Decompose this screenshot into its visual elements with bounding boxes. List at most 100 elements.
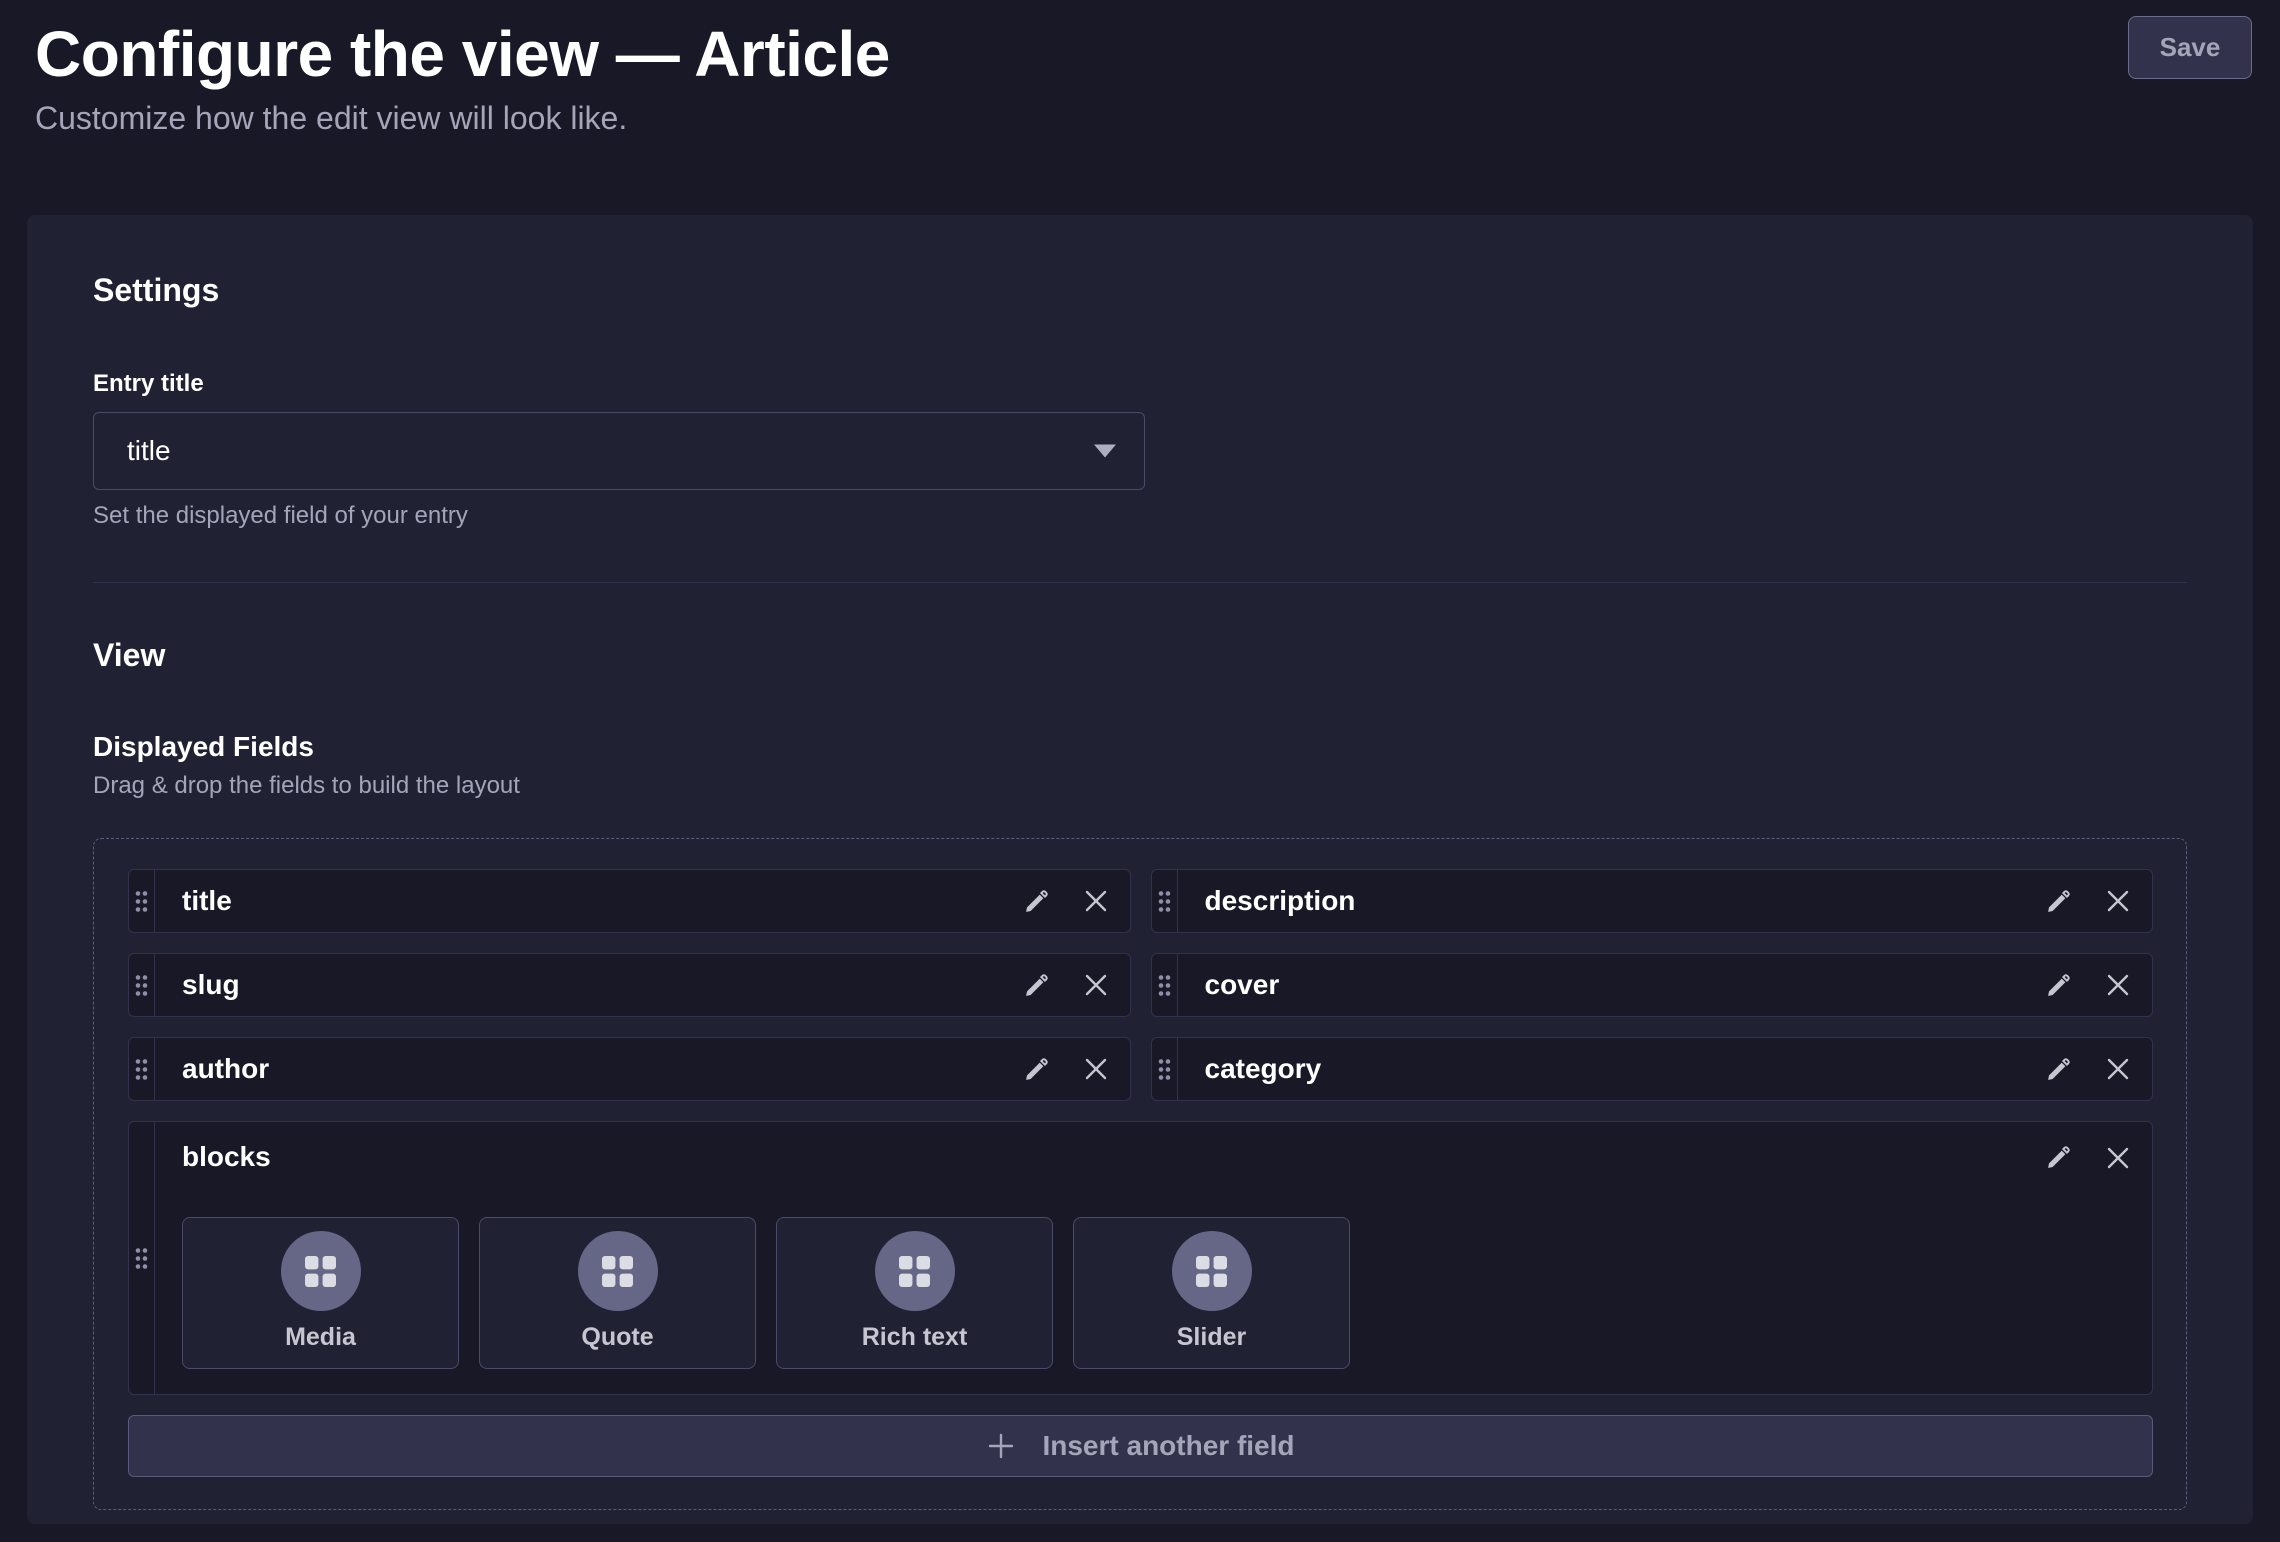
remove-x-icon xyxy=(2106,1146,2130,1170)
remove-x-icon xyxy=(2106,889,2130,913)
field-name: blocks xyxy=(182,1141,271,1173)
field-actions xyxy=(2045,954,2152,1016)
fields-dropzone: title description xyxy=(93,838,2187,1510)
save-button[interactable]: Save xyxy=(2128,16,2252,79)
remove-field-button[interactable] xyxy=(2106,1057,2130,1081)
entry-title-label: Entry title xyxy=(93,370,2187,398)
field-name: author xyxy=(155,1038,1023,1100)
remove-x-icon xyxy=(1084,973,1108,997)
save-button-label: Save xyxy=(2160,32,2221,63)
edit-pencil-icon xyxy=(2045,1056,2072,1083)
field-name: title xyxy=(155,870,1023,932)
component-card-media: Media xyxy=(182,1217,459,1369)
edit-field-button[interactable] xyxy=(1023,888,1050,915)
field-row-description: description xyxy=(1151,869,2154,933)
insert-another-field-button[interactable]: Insert another field xyxy=(128,1415,2153,1477)
field-actions xyxy=(1023,870,1130,932)
component-grid-icon xyxy=(1196,1256,1227,1287)
field-row-category: category xyxy=(1151,1037,2154,1101)
page-title: Configure the view — Article xyxy=(35,18,2252,92)
edit-field-button[interactable] xyxy=(2045,972,2072,999)
field-row-blocks: blocks Media xyxy=(128,1121,2153,1395)
component-label: Media xyxy=(285,1323,356,1352)
remove-x-icon xyxy=(2106,1057,2130,1081)
remove-field-button[interactable] xyxy=(1084,973,1108,997)
drag-handle[interactable] xyxy=(129,954,155,1016)
configure-view-card: Settings Entry title title Set the displ… xyxy=(27,215,2253,1524)
drag-handle-icon xyxy=(135,1247,148,1270)
component-icon-circle xyxy=(1172,1231,1252,1311)
drag-handle-icon xyxy=(135,974,148,997)
edit-pencil-icon xyxy=(2045,972,2072,999)
field-row-slug: slug xyxy=(128,953,1131,1017)
edit-pencil-icon xyxy=(2045,1144,2072,1171)
component-icon-circle xyxy=(578,1231,658,1311)
settings-heading: Settings xyxy=(93,270,2187,310)
field-name: description xyxy=(1178,870,2046,932)
drag-handle[interactable] xyxy=(129,870,155,932)
drag-handle[interactable] xyxy=(1152,1038,1178,1100)
component-label: Quote xyxy=(581,1323,653,1352)
drag-handle[interactable] xyxy=(1152,954,1178,1016)
field-actions xyxy=(2045,1038,2152,1100)
drag-handle-icon xyxy=(1158,1058,1171,1081)
edit-pencil-icon xyxy=(1023,1056,1050,1083)
component-label: Slider xyxy=(1177,1323,1246,1352)
drag-handle[interactable] xyxy=(129,1122,155,1394)
blocks-header: blocks xyxy=(182,1136,2130,1173)
section-divider xyxy=(93,582,2187,583)
field-name: slug xyxy=(155,954,1023,1016)
displayed-fields-hint: Drag & drop the fields to build the layo… xyxy=(93,772,2187,800)
field-actions xyxy=(1023,954,1130,1016)
edit-pencil-icon xyxy=(1023,888,1050,915)
component-label: Rich text xyxy=(862,1323,968,1352)
field-actions xyxy=(2045,870,2152,932)
remove-x-icon xyxy=(2106,973,2130,997)
field-actions xyxy=(1023,1038,1130,1100)
edit-pencil-icon xyxy=(1023,972,1050,999)
drag-handle-icon xyxy=(1158,890,1171,913)
page-header: Configure the view — Article Customize h… xyxy=(0,0,2280,197)
remove-x-icon xyxy=(1084,1057,1108,1081)
field-name: cover xyxy=(1178,954,2046,1016)
field-row-cover: cover xyxy=(1151,953,2154,1017)
plus-icon xyxy=(986,1431,1016,1461)
field-row-author: author xyxy=(128,1037,1131,1101)
blocks-content: blocks Media xyxy=(155,1122,2152,1394)
page-subtitle: Customize how the edit view will look li… xyxy=(35,100,2252,137)
field-name: category xyxy=(1178,1038,2046,1100)
remove-field-button[interactable] xyxy=(1084,889,1108,913)
drag-handle-icon xyxy=(135,1058,148,1081)
remove-x-icon xyxy=(1084,889,1108,913)
component-grid-icon xyxy=(602,1256,633,1287)
remove-field-button[interactable] xyxy=(2106,973,2130,997)
component-icon-circle xyxy=(875,1231,955,1311)
entry-title-select[interactable]: title xyxy=(93,412,1145,490)
edit-pencil-icon xyxy=(2045,888,2072,915)
remove-field-button[interactable] xyxy=(1084,1057,1108,1081)
edit-field-button[interactable] xyxy=(2045,1056,2072,1083)
field-row-title: title xyxy=(128,869,1131,933)
entry-title-select-value: title xyxy=(127,435,171,467)
component-icon-circle xyxy=(281,1231,361,1311)
components-list: Media Quote Rich text xyxy=(182,1217,2130,1369)
drag-handle-icon xyxy=(1158,974,1171,997)
component-grid-icon xyxy=(899,1256,930,1287)
drag-handle[interactable] xyxy=(129,1038,155,1100)
remove-field-button[interactable] xyxy=(2106,889,2130,913)
edit-field-button[interactable] xyxy=(1023,972,1050,999)
component-card-quote: Quote xyxy=(479,1217,756,1369)
field-actions xyxy=(2045,1144,2130,1171)
edit-field-button[interactable] xyxy=(2045,888,2072,915)
entry-title-hint: Set the displayed field of your entry xyxy=(93,502,2187,530)
fields-grid: title description xyxy=(128,869,2153,1395)
component-grid-icon xyxy=(305,1256,336,1287)
displayed-fields-label: Displayed Fields xyxy=(93,731,2187,763)
remove-field-button[interactable] xyxy=(2106,1146,2130,1170)
edit-field-button[interactable] xyxy=(1023,1056,1050,1083)
drag-handle[interactable] xyxy=(1152,870,1178,932)
component-card-rich-text: Rich text xyxy=(776,1217,1053,1369)
chevron-down-icon xyxy=(1094,445,1116,458)
drag-handle-icon xyxy=(135,890,148,913)
edit-field-button[interactable] xyxy=(2045,1144,2072,1171)
